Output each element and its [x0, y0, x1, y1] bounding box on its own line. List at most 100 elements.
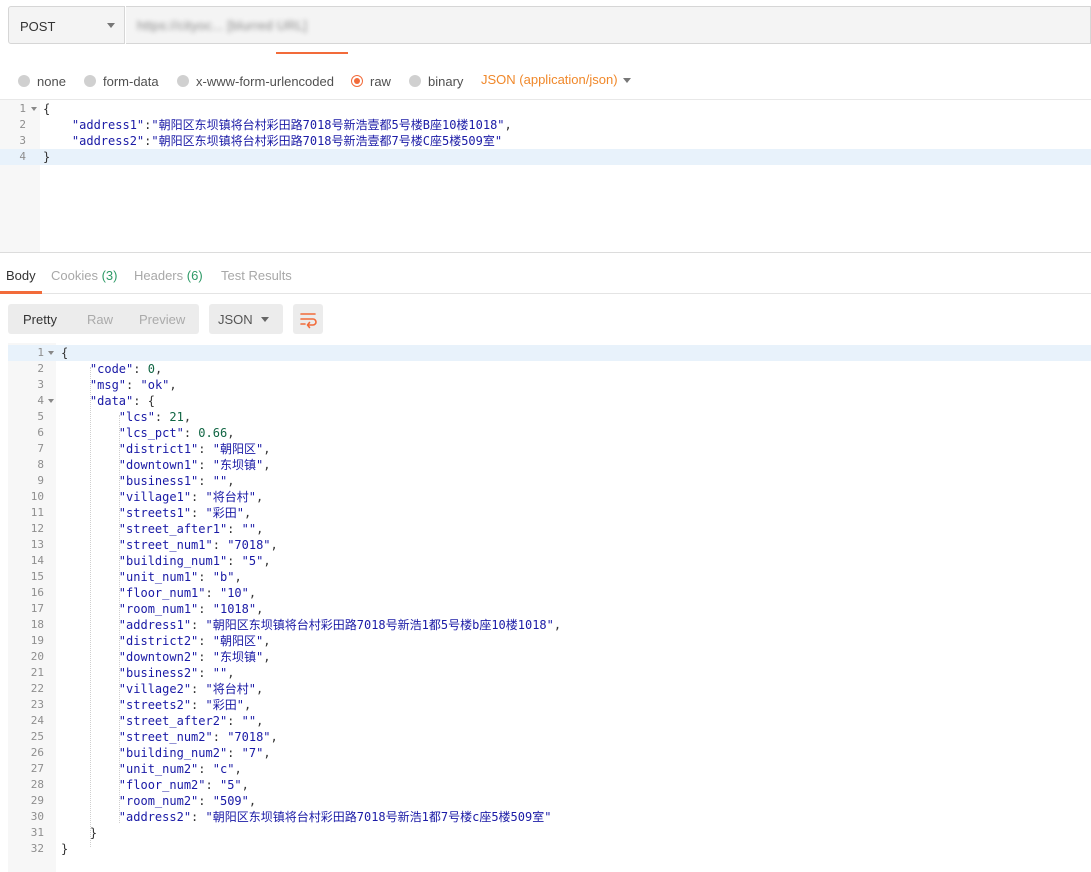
radio-binary[interactable]: binary	[409, 72, 463, 90]
count-badge: (3)	[101, 268, 118, 283]
line-number: 28	[30, 778, 44, 791]
code-line: 1{	[0, 101, 1091, 117]
line-number: 16	[30, 586, 44, 599]
line-number: 13	[30, 538, 44, 551]
radio-label: x-www-form-urlencoded	[196, 73, 334, 89]
line-number: 10	[30, 490, 44, 503]
line-number: 24	[30, 714, 44, 727]
line-number: 19	[30, 634, 44, 647]
line-number: 4	[37, 394, 44, 407]
method-select[interactable]: POST	[8, 6, 125, 44]
line-code: "downtown1": "东坝镇",	[118, 458, 271, 472]
line-code: "business1": "",	[118, 474, 235, 488]
response-tabs: Body Cookies (3) Headers (6) Test Result…	[0, 263, 1091, 294]
line-code: "address2": "朝阳区东坝镇将台村彩田路7018号新浩1都7号楼c座5…	[118, 810, 552, 824]
radio-icon	[84, 75, 96, 87]
tab-headers[interactable]: Headers (6)	[134, 268, 203, 283]
line-number: 12	[30, 522, 44, 535]
radio-x-www-form-urlencoded[interactable]: x-www-form-urlencoded	[177, 72, 334, 90]
line-code: "lcs_pct": 0.66,	[118, 426, 235, 440]
radio-form-data[interactable]: form-data	[84, 72, 159, 90]
code-line: 2 "code": 0,	[8, 361, 1091, 377]
chevron-down-icon	[261, 317, 269, 322]
line-code: "room_num1": "1018",	[118, 602, 264, 616]
format-select[interactable]: JSON	[209, 304, 283, 334]
line-number: 14	[30, 554, 44, 567]
preview-button[interactable]: Preview	[139, 312, 185, 327]
line-number: 2	[19, 118, 26, 131]
code-line: 12 "street_after1": "",	[8, 521, 1091, 537]
wrap-lines-button[interactable]	[293, 304, 323, 334]
code-line: 32}	[8, 841, 1091, 857]
tab-cookies[interactable]: Cookies (3)	[51, 268, 117, 283]
code-line: 27 "unit_num2": "c",	[8, 761, 1091, 777]
line-code: "streets2": "彩田",	[118, 698, 252, 712]
url-text: https://cityoc... [blurred URL]	[137, 18, 308, 33]
radio-icon	[18, 75, 30, 87]
request-bar: POST https://cityoc... [blurred URL]	[8, 6, 1091, 46]
code-line: 4}	[0, 149, 1091, 165]
response-body-viewer[interactable]: 1{2 "code": 0, 3 "msg": "ok", 4 "data": {5…	[8, 343, 1091, 872]
line-number: 6	[37, 426, 44, 439]
code-line: 22 "village2": "将台村",	[8, 681, 1091, 697]
line-number: 8	[37, 458, 44, 471]
code-line: 20 "downtown2": "东坝镇",	[8, 649, 1091, 665]
line-number: 1	[37, 346, 44, 359]
code-line: 9 "business1": "",	[8, 473, 1091, 489]
line-number: 29	[30, 794, 44, 807]
url-progress-indicator	[276, 52, 348, 54]
line-code: "street_num1": "7018",	[118, 538, 278, 552]
tab-label: Headers	[134, 268, 184, 283]
pretty-button[interactable]: Pretty	[23, 312, 57, 327]
line-number: 31	[30, 826, 44, 839]
line-code: "address2":"朝阳区东坝镇将台村彩田路7018号新浩壹都7号楼C座5楼…	[71, 134, 503, 148]
line-number: 9	[37, 474, 44, 487]
code-line: 30 "address2": "朝阳区东坝镇将台村彩田路7018号新浩1都7号楼…	[8, 809, 1091, 825]
line-code: "downtown2": "东坝镇",	[118, 650, 271, 664]
radio-none[interactable]: none	[18, 72, 66, 90]
code-line: 10 "village1": "将台村",	[8, 489, 1091, 505]
line-number: 17	[30, 602, 44, 615]
tab-label: Body	[6, 268, 36, 283]
line-code: "data": {	[89, 394, 155, 408]
line-code: "msg": "ok",	[89, 378, 177, 392]
chevron-down-icon[interactable]	[623, 78, 631, 83]
line-number: 20	[30, 650, 44, 663]
line-number: 15	[30, 570, 44, 583]
line-number: 4	[19, 150, 26, 163]
line-number: 2	[37, 362, 44, 375]
line-number: 26	[30, 746, 44, 759]
tab-label: Test Results	[221, 268, 292, 283]
line-number: 3	[19, 134, 26, 147]
fold-caret-icon[interactable]	[31, 107, 37, 111]
active-tab-indicator	[0, 291, 42, 294]
code-line: 21 "business2": "",	[8, 665, 1091, 681]
radio-icon	[409, 75, 421, 87]
content-type-dropdown[interactable]: JSON (application/json)	[481, 72, 618, 87]
url-input[interactable]: https://cityoc... [blurred URL]	[126, 6, 1091, 44]
code-line: 19 "district2": "朝阳区",	[8, 633, 1091, 649]
tab-test-results[interactable]: Test Results	[221, 268, 292, 283]
line-number: 22	[30, 682, 44, 695]
line-code: }	[61, 842, 69, 856]
line-number: 7	[37, 442, 44, 455]
chevron-down-icon	[107, 23, 115, 28]
radio-label: none	[37, 73, 66, 89]
fold-caret-icon[interactable]	[48, 351, 54, 355]
line-code: "unit_num2": "c",	[118, 762, 242, 776]
code-line: 5 "lcs": 21,	[8, 409, 1091, 425]
fold-caret-icon[interactable]	[48, 399, 54, 403]
line-number: 1	[19, 102, 26, 115]
code-line: 6 "lcs_pct": 0.66,	[8, 425, 1091, 441]
line-code: "district1": "朝阳区",	[118, 442, 271, 456]
radio-raw[interactable]: raw	[351, 72, 391, 90]
code-line: 26 "building_num2": "7",	[8, 745, 1091, 761]
request-body-editor[interactable]: 1{2 "address1":"朝阳区东坝镇将台村彩田路7018号新浩壹都5号楼…	[0, 99, 1091, 253]
line-number: 27	[30, 762, 44, 775]
raw-button[interactable]: Raw	[87, 312, 113, 327]
line-code: "business2": "",	[118, 666, 235, 680]
tab-body[interactable]: Body	[6, 268, 36, 283]
code-line: 3 "msg": "ok",	[8, 377, 1091, 393]
line-number: 30	[30, 810, 44, 823]
line-code: "floor_num1": "10",	[118, 586, 257, 600]
